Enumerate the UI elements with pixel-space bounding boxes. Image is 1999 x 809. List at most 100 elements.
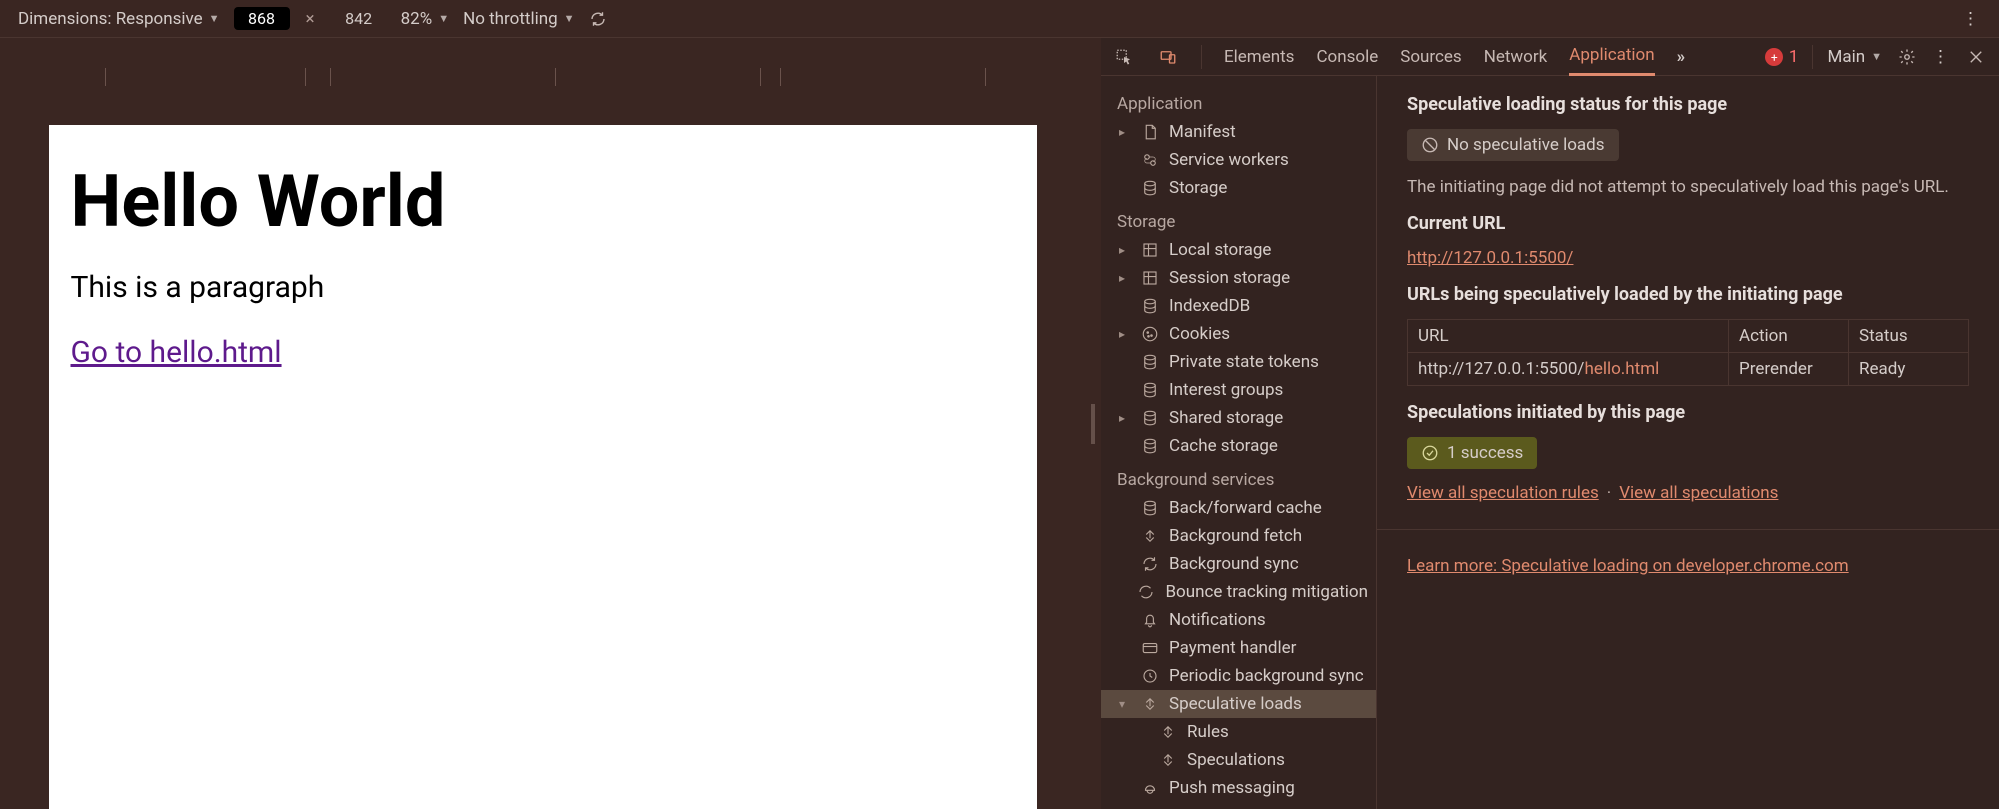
error-badge[interactable]: + 1 xyxy=(1765,47,1799,67)
link-learn-more[interactable]: Learn more: Speculative loading on devel… xyxy=(1407,556,1849,576)
cell-url: http://127.0.0.1:5500/hello.html xyxy=(1408,353,1729,386)
inspect-icon[interactable] xyxy=(1113,46,1135,68)
sidebar-item-label: Interest groups xyxy=(1169,380,1283,400)
heading-urls-loaded: URLs being speculatively loaded by the i… xyxy=(1407,284,1969,305)
col-status: Status xyxy=(1849,320,1969,353)
kebab-menu-icon[interactable]: ⋮ xyxy=(1932,47,1951,67)
heading-status: Speculative loading status for this page xyxy=(1407,94,1969,115)
chevron-down-icon: ▼ xyxy=(209,12,220,25)
sidebar-item-private-state[interactable]: ▸Private state tokens xyxy=(1101,348,1376,376)
dimensions-label: Dimensions: Responsive xyxy=(18,9,203,29)
tab-console[interactable]: Console xyxy=(1316,47,1378,75)
rotate-icon[interactable] xyxy=(589,9,607,29)
target-dropdown[interactable]: Main ▼ xyxy=(1827,47,1882,67)
tab-application[interactable]: Application xyxy=(1569,45,1654,76)
devtools-panel: Elements Console Sources Network Applica… xyxy=(1101,38,1999,809)
separator xyxy=(1812,45,1813,69)
sidebar-item-label: Session storage xyxy=(1169,268,1290,288)
tab-elements[interactable]: Elements xyxy=(1224,47,1294,75)
sidebar-item-label: Cookies xyxy=(1169,324,1230,344)
sidebar-item-label: Payment handler xyxy=(1169,638,1296,658)
col-action: Action xyxy=(1729,320,1849,353)
current-url-link[interactable]: http://127.0.0.1:5500/ xyxy=(1407,248,1573,268)
sidebar-item-notifications[interactable]: ▸Notifications xyxy=(1101,606,1376,634)
page-heading: Hello World xyxy=(71,159,1015,244)
sidebar-item-label: Speculative loads xyxy=(1169,694,1302,714)
sidebar-item-indexeddb[interactable]: ▸IndexedDB xyxy=(1101,292,1376,320)
heading-current-url: Current URL xyxy=(1407,213,1969,234)
no-entry-icon xyxy=(1421,136,1439,154)
section-storage: Storage xyxy=(1101,202,1376,236)
close-icon[interactable] xyxy=(1965,46,1987,68)
throttling-dropdown[interactable]: No throttling ▼ xyxy=(463,9,574,29)
ruler-horizontal xyxy=(0,68,1085,89)
sidebar-item-speculative-loads[interactable]: ▾Speculative loads xyxy=(1101,690,1376,718)
sidebar-item-label: Local storage xyxy=(1169,240,1271,260)
sidebar-item-bounce[interactable]: ▸Bounce tracking mitigation xyxy=(1101,578,1376,606)
sidebar-item-push[interactable]: ▸Push messaging xyxy=(1101,774,1376,802)
sidebar-item-service-workers[interactable]: ▸Service workers xyxy=(1101,146,1376,174)
height-input[interactable]: 842 xyxy=(331,7,387,30)
sidebar-item-label: Service workers xyxy=(1169,150,1289,170)
sidebar-item-bgsync[interactable]: ▸Background sync xyxy=(1101,550,1376,578)
sidebar-item-session-storage[interactable]: ▸Session storage xyxy=(1101,264,1376,292)
target-label: Main xyxy=(1827,47,1865,67)
sidebar-item-payment[interactable]: ▸Payment handler xyxy=(1101,634,1376,662)
sidebar-item-bfcache[interactable]: ▸Back/forward cache xyxy=(1101,494,1376,522)
separator xyxy=(1201,45,1202,69)
tab-network[interactable]: Network xyxy=(1484,47,1548,75)
sidebar-item-shared-storage[interactable]: ▸Shared storage xyxy=(1101,404,1376,432)
page-link[interactable]: Go to hello.html xyxy=(71,335,282,370)
page-paragraph: This is a paragraph xyxy=(71,270,1015,305)
split-gutter[interactable] xyxy=(1085,38,1101,809)
kebab-menu-icon[interactable]: ⋮ xyxy=(1962,9,1981,29)
heading-initiated: Speculations initiated by this page xyxy=(1407,402,1969,423)
section-application: Application xyxy=(1101,84,1376,118)
sidebar-item-speculations[interactable]: ▸Speculations xyxy=(1101,746,1376,774)
sidebar-item-cookies[interactable]: ▸Cookies xyxy=(1101,320,1376,348)
table-row[interactable]: http://127.0.0.1:5500/hello.html Prerend… xyxy=(1408,353,1969,386)
link-view-speculations[interactable]: View all speculations xyxy=(1619,483,1778,503)
error-count: 1 xyxy=(1789,47,1799,67)
cell-status: Ready xyxy=(1849,353,1969,386)
separator-dot: · xyxy=(1607,483,1611,503)
error-icon: + xyxy=(1761,44,1786,69)
application-main: Speculative loading status for this page… xyxy=(1377,76,1999,809)
sidebar-item-label: Shared storage xyxy=(1169,408,1283,428)
rendered-page: Hello World This is a paragraph Go to he… xyxy=(49,125,1037,809)
sidebar-item-label: Manifest xyxy=(1169,122,1236,142)
dimension-separator: × xyxy=(304,9,317,29)
gear-icon[interactable] xyxy=(1896,46,1918,68)
sidebar-item-bgfetch[interactable]: ▸Background fetch xyxy=(1101,522,1376,550)
divider xyxy=(1377,529,1999,530)
device-toggle-icon[interactable] xyxy=(1157,46,1179,68)
more-tabs-icon[interactable]: » xyxy=(1677,47,1686,67)
width-input[interactable]: 868 xyxy=(234,7,290,30)
check-circle-icon xyxy=(1421,444,1439,462)
sidebar-item-manifest[interactable]: ▸Manifest xyxy=(1101,118,1376,146)
sidebar-item-label: Background fetch xyxy=(1169,526,1302,546)
status-description: The initiating page did not attempt to s… xyxy=(1407,177,1969,197)
link-view-rules[interactable]: View all speculation rules xyxy=(1407,483,1599,503)
sidebar-item-periodic-sync[interactable]: ▸Periodic background sync xyxy=(1101,662,1376,690)
col-url: URL xyxy=(1408,320,1729,353)
chevron-down-icon: ▼ xyxy=(1871,50,1882,63)
sidebar-item-cache-storage[interactable]: ▸Cache storage xyxy=(1101,432,1376,460)
sidebar-item-local-storage[interactable]: ▸Local storage xyxy=(1101,236,1376,264)
status-pill: No speculative loads xyxy=(1407,129,1619,161)
sidebar-item-label: Rules xyxy=(1187,722,1229,742)
device-toolbar: Dimensions: Responsive ▼ 868 × 842 82% ▼… xyxy=(0,0,1999,38)
sidebar-item-label: Periodic background sync xyxy=(1169,666,1364,686)
tab-sources[interactable]: Sources xyxy=(1400,47,1461,75)
sidebar-item-label: Back/forward cache xyxy=(1169,498,1322,518)
zoom-dropdown[interactable]: 82% ▼ xyxy=(401,9,449,29)
sidebar-item-label: Speculations xyxy=(1187,750,1285,770)
sidebar-item-rules[interactable]: ▸Rules xyxy=(1101,718,1376,746)
zoom-value: 82% xyxy=(401,9,433,29)
dimensions-dropdown[interactable]: Dimensions: Responsive ▼ xyxy=(18,9,220,29)
sidebar-item-interest-groups[interactable]: ▸Interest groups xyxy=(1101,376,1376,404)
sidebar-item-storage[interactable]: ▸Storage xyxy=(1101,174,1376,202)
sidebar-item-label: Cache storage xyxy=(1169,436,1278,456)
success-pill: 1 success xyxy=(1407,437,1537,469)
speculative-urls-table: URL Action Status http://127.0.0.1:5500/… xyxy=(1407,319,1969,386)
